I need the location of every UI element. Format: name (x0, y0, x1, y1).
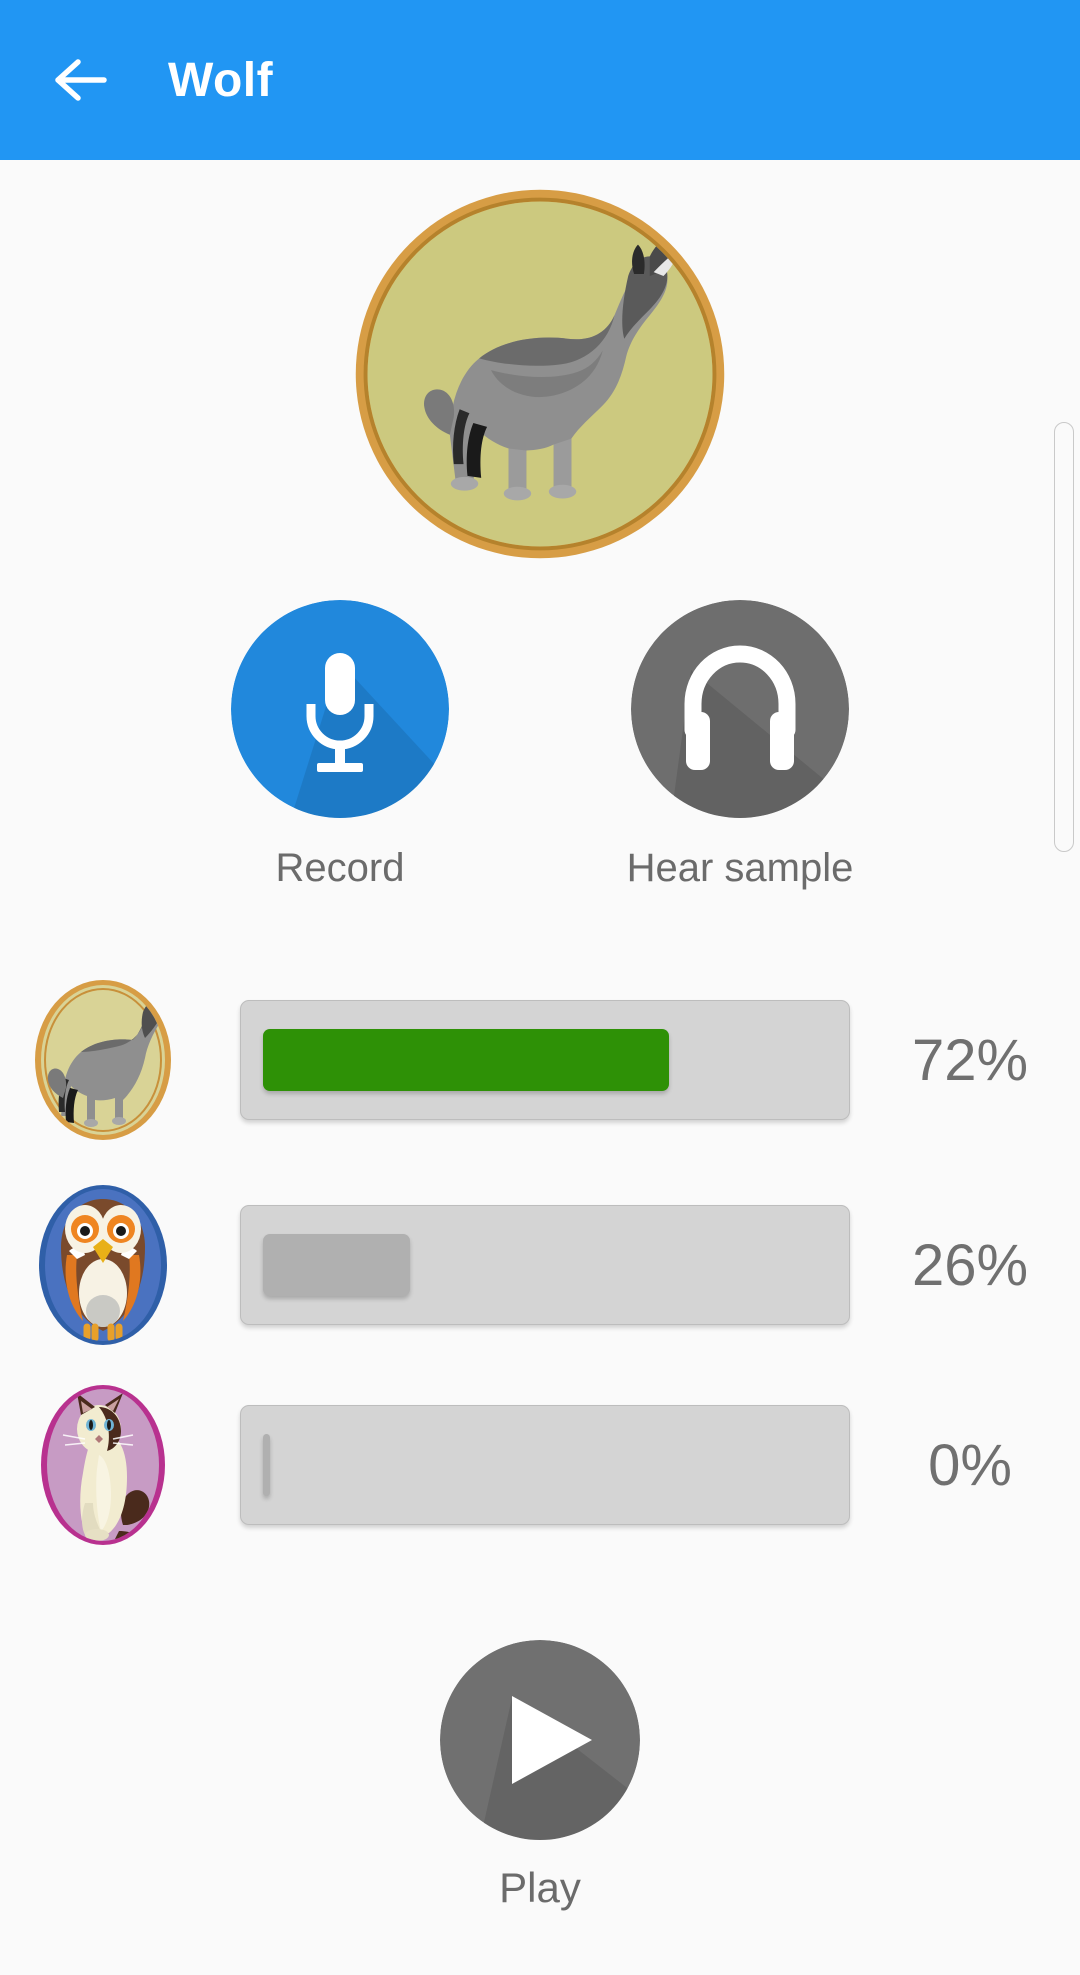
percent-label-wolf: 72% (911, 1027, 1029, 1093)
wolf-thumbnail (14, 980, 192, 1140)
percent-label-cat: 0% (928, 1432, 1012, 1498)
arrow-back-icon (52, 57, 108, 103)
play-button-circle[interactable] (440, 1640, 640, 1840)
cat-thumbnail (14, 1385, 192, 1545)
back-button[interactable] (44, 44, 116, 116)
progress-bar-wolf (240, 1000, 850, 1120)
result-row-owl[interactable]: 26% (0, 1165, 1080, 1365)
hear-sample-button-circle[interactable] (631, 600, 849, 818)
hear-sample-button[interactable]: Hear sample (540, 600, 940, 891)
result-rows: 72% 26% 0% (0, 955, 1080, 1565)
record-button[interactable]: Record (140, 600, 540, 891)
action-buttons: Record Hear sample (0, 600, 1080, 891)
page-title: Wolf (168, 53, 274, 107)
progress-bar-owl-fill (263, 1234, 410, 1296)
percent-label-owl: 26% (911, 1232, 1029, 1298)
progress-bar-cat-fill (263, 1434, 270, 1496)
record-button-label: Record (275, 846, 405, 890)
owl-thumbnail (14, 1185, 192, 1345)
app-screen: Wolf Record Hear sample 72% 26% 0% Play (0, 0, 1080, 1975)
play-button[interactable]: Play (0, 1640, 1080, 1912)
result-row-cat[interactable]: 0% (0, 1365, 1080, 1565)
progress-bar-cat (240, 1405, 850, 1525)
result-row-wolf[interactable]: 72% (0, 955, 1080, 1165)
record-button-circle[interactable] (231, 600, 449, 818)
progress-bar-wolf-fill (263, 1029, 670, 1091)
hear-sample-button-label: Hear sample (626, 846, 854, 890)
play-button-label: Play (499, 1864, 581, 1911)
app-bar: Wolf (0, 0, 1080, 160)
wolf-hero-image (344, 178, 736, 570)
progress-bar-owl (240, 1205, 850, 1325)
